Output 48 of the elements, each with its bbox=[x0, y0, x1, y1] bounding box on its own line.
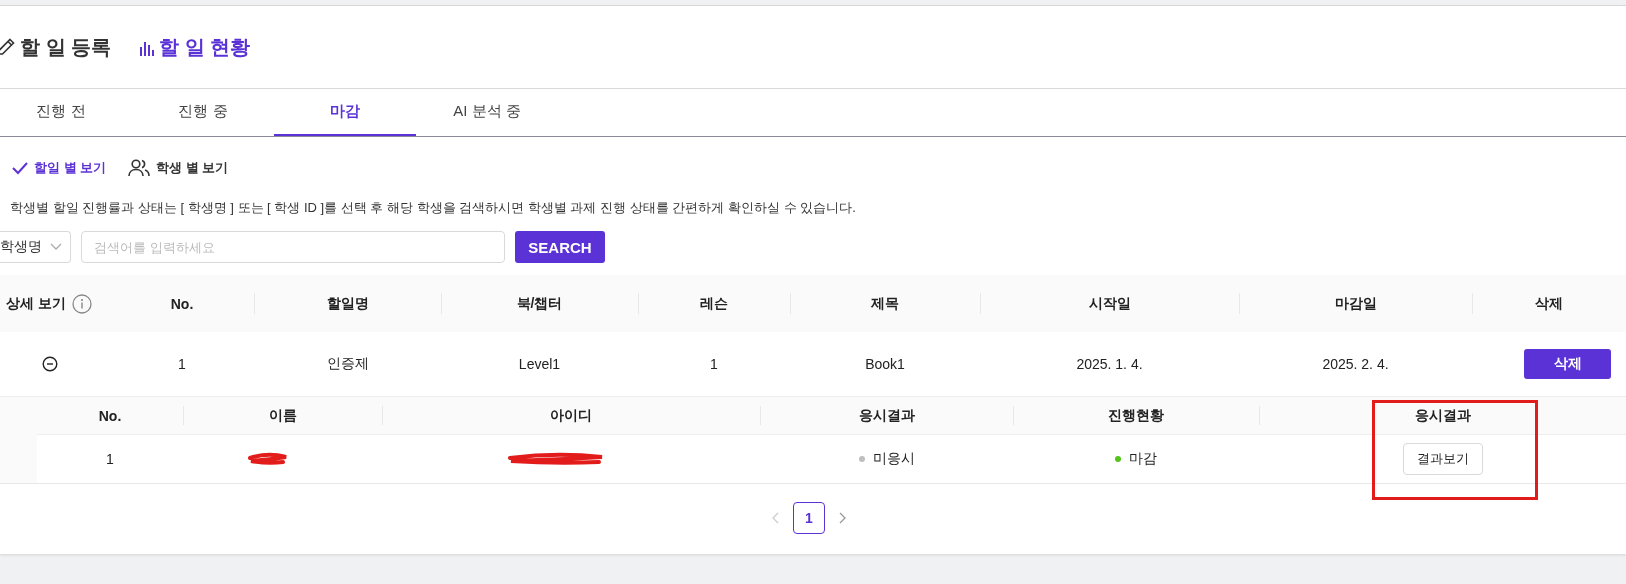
page-button[interactable]: 1 bbox=[793, 502, 825, 534]
status-tab[interactable]: 마감 bbox=[274, 89, 416, 136]
next-page-button[interactable] bbox=[839, 512, 847, 524]
column-header: 이름 bbox=[268, 406, 297, 425]
status-tab[interactable]: 진행 전 bbox=[0, 89, 132, 136]
table-cell: 1 bbox=[106, 451, 114, 467]
check-icon bbox=[12, 161, 28, 175]
column-header: 마감일 bbox=[1239, 275, 1472, 332]
table-cell: Level1 bbox=[518, 356, 561, 372]
delete-button[interactable]: 삭제 bbox=[1524, 349, 1611, 379]
column-header: 아이디 bbox=[550, 406, 592, 425]
status-tab[interactable]: AI 분석 중 bbox=[416, 89, 558, 136]
column-header: 응시결과 bbox=[858, 406, 915, 425]
table-cell: 1 bbox=[710, 356, 718, 372]
status-text: 마감 bbox=[1129, 450, 1157, 468]
column-header: 할일명 bbox=[254, 275, 441, 332]
filter-dropdown[interactable]: 학생명 bbox=[0, 231, 71, 263]
column-header: No. bbox=[98, 407, 122, 424]
search-field[interactable]: 검색어를 입력하세요 bbox=[81, 231, 505, 263]
redaction-mark bbox=[246, 452, 289, 466]
table-cell: 2025. 2. 4. bbox=[1322, 356, 1389, 372]
table-cell: 인증제 bbox=[326, 355, 369, 373]
header-tab[interactable]: 할 일 현황 bbox=[139, 33, 251, 61]
view-toggle[interactable]: 학생 별 보기 bbox=[128, 159, 229, 177]
pencil-icon bbox=[0, 37, 16, 57]
status-tab[interactable]: 진행 중 bbox=[132, 89, 274, 136]
table-cell: 1 bbox=[178, 356, 186, 372]
column-header: 레슨 bbox=[638, 275, 790, 332]
column-header: 제목 bbox=[790, 275, 980, 332]
chevron-down-icon bbox=[50, 243, 62, 251]
collapse-button[interactable] bbox=[42, 356, 58, 372]
column-header: 북/챕터 bbox=[441, 275, 638, 332]
column-header: No. bbox=[110, 275, 254, 332]
column-header: 응시결과 bbox=[1414, 406, 1471, 425]
column-header: 시작일 bbox=[980, 275, 1239, 332]
view-result-button[interactable]: 결과보기 bbox=[1402, 443, 1483, 475]
description-text: 학생별 할일 진행률과 상태는 [ 학생명 ] 또는 [ 학생 ID ]를 선택 후 해당 학생을 검색하시면 학생별 과제 진행 상태를 간편하게 확인하실 수 있습니다. bbox=[9, 199, 857, 217]
table-cell: 2025. 1. 4. bbox=[1076, 356, 1143, 372]
view-toggle[interactable]: 할일 별 보기 bbox=[12, 159, 107, 177]
column-header: 진행현황 bbox=[1108, 406, 1164, 425]
search-button[interactable]: SEARCH bbox=[515, 231, 605, 263]
info-icon bbox=[71, 293, 92, 314]
table-cell: Book1 bbox=[865, 356, 905, 372]
column-header: 상세 보기 bbox=[6, 294, 66, 313]
status-text: 미응시 bbox=[872, 450, 915, 468]
users-icon bbox=[128, 159, 151, 177]
header-tab[interactable]: 할 일 등록 bbox=[0, 33, 112, 61]
column-header: 삭제 bbox=[1472, 275, 1626, 332]
